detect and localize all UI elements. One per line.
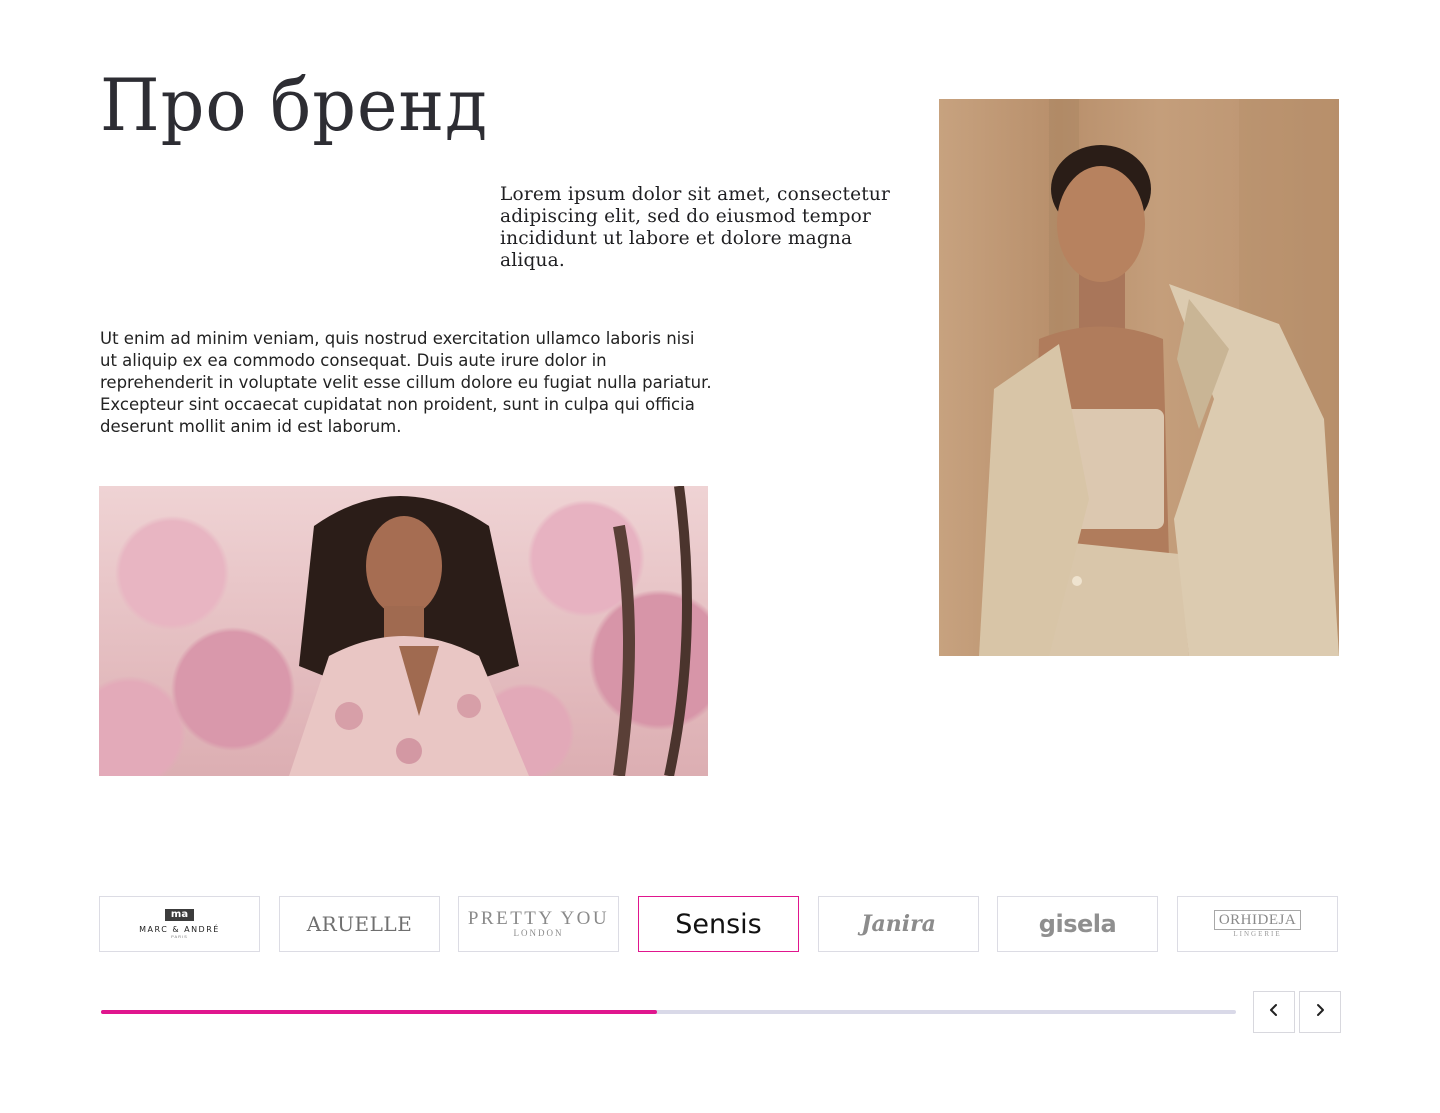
- brand-name: Janira: [861, 911, 936, 937]
- brand-name: gisela: [1038, 910, 1117, 938]
- lead-paragraph: Lorem ipsum dolor sit amet, consectetur …: [500, 184, 891, 271]
- brand-subtitle: LONDON: [513, 928, 564, 938]
- brand-logo-aruelle[interactable]: ARUELLE: [279, 896, 440, 952]
- chevron-right-icon: [1313, 1003, 1327, 1022]
- brand-name: Sensis: [675, 908, 762, 940]
- brand-carousel: ma MARC & ANDRÉ PARIS ARUELLE PRETTY YOU…: [99, 896, 1339, 952]
- page-title: Про бренд: [100, 63, 489, 147]
- brand-name: MARC & ANDRÉ: [139, 925, 220, 934]
- brand-name: ARUELLE: [306, 912, 413, 936]
- brand-logo-marc-andre[interactable]: ma MARC & ANDRÉ PARIS: [99, 896, 260, 952]
- brand-subtitle: PARIS: [171, 934, 188, 939]
- body-paragraph: Ut enim ad minim veniam, quis nostrud ex…: [100, 329, 712, 436]
- carousel-progress-fill: [101, 1010, 658, 1014]
- carousel-next-button[interactable]: [1299, 991, 1341, 1033]
- brand-logo-sensis[interactable]: Sensis: [638, 896, 799, 952]
- chevron-left-icon: [1267, 1003, 1281, 1022]
- marc-andre-monogram: ma: [164, 909, 195, 921]
- brand-logo-janira[interactable]: Janira: [818, 896, 979, 952]
- brand-subtitle: LINGERIE: [1233, 930, 1282, 938]
- brand-photo-blossoms: [99, 486, 708, 776]
- brand-name: ORHIDEJA: [1213, 910, 1302, 930]
- carousel-progress-track: [101, 1010, 1236, 1014]
- brand-logo-pretty-you[interactable]: PRETTY YOU LONDON: [458, 896, 619, 952]
- brand-photo-portrait: [939, 99, 1339, 656]
- brand-name: PRETTY YOU: [467, 908, 610, 929]
- brand-logo-gisela[interactable]: gisela: [997, 896, 1158, 952]
- brand-logo-orhideja[interactable]: ORHIDEJA LINGERIE: [1177, 896, 1338, 952]
- carousel-prev-button[interactable]: [1253, 991, 1295, 1033]
